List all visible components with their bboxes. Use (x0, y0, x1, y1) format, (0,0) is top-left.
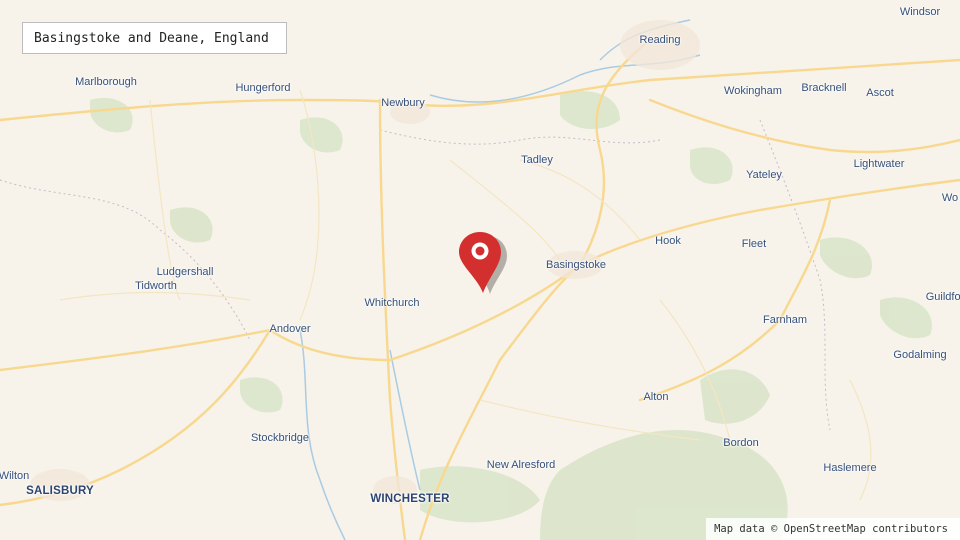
place-label-wokingham: Wokingham (724, 85, 782, 97)
place-label-ludgershall: Ludgershall (156, 266, 214, 278)
place-label-lightwater: Lightwater (853, 158, 905, 170)
place-label-godalming: Godalming (893, 349, 947, 361)
place-label-hook: Hook (655, 235, 681, 247)
place-label-alton: Alton (643, 391, 669, 403)
place-label-basingstoke: Basingstoke (546, 259, 606, 271)
place-label-andover: Andover (269, 323, 311, 335)
map-pin-icon[interactable] (455, 228, 507, 296)
place-label-bracknell: Bracknell (801, 82, 847, 94)
place-label-farnham: Farnham (762, 314, 808, 326)
map-attribution[interactable]: Map data © OpenStreetMap contributors (706, 518, 960, 540)
place-label-newbury: Newbury (381, 97, 425, 109)
place-label-wo: Wo (941, 192, 959, 204)
place-label-wilton: Wilton (0, 470, 30, 482)
place-label-hungerford: Hungerford (235, 82, 291, 94)
place-label-yateley: Yateley (746, 169, 782, 181)
place-label-reading: Reading (639, 34, 681, 46)
place-label-tadley: Tadley (521, 154, 553, 166)
place-label-windsor: Windsor (899, 6, 941, 18)
place-label-haslemere: Haslemere (823, 462, 877, 474)
place-label-marlborough: Marlborough (75, 76, 137, 88)
place-label-fleet: Fleet (741, 238, 767, 250)
place-label-winchester: WINCHESTER (370, 493, 450, 505)
place-label-ascot: Ascot (866, 87, 894, 99)
place-label-bordon: Bordon (723, 437, 759, 449)
place-label-stockbridge: Stockbridge (250, 432, 310, 444)
place-label-salisbury: SALISBURY (26, 485, 94, 497)
map-view[interactable]: Windsor Reading Marlborough Hungerford N… (0, 0, 960, 540)
place-label-tidworth: Tidworth (135, 280, 177, 292)
place-label-guildford: Guildfor (925, 291, 960, 303)
location-title: Basingstoke and Deane, England (22, 22, 287, 54)
place-label-whitchurch: Whitchurch (364, 297, 420, 309)
place-label-new-alresford: New Alresford (486, 459, 556, 471)
